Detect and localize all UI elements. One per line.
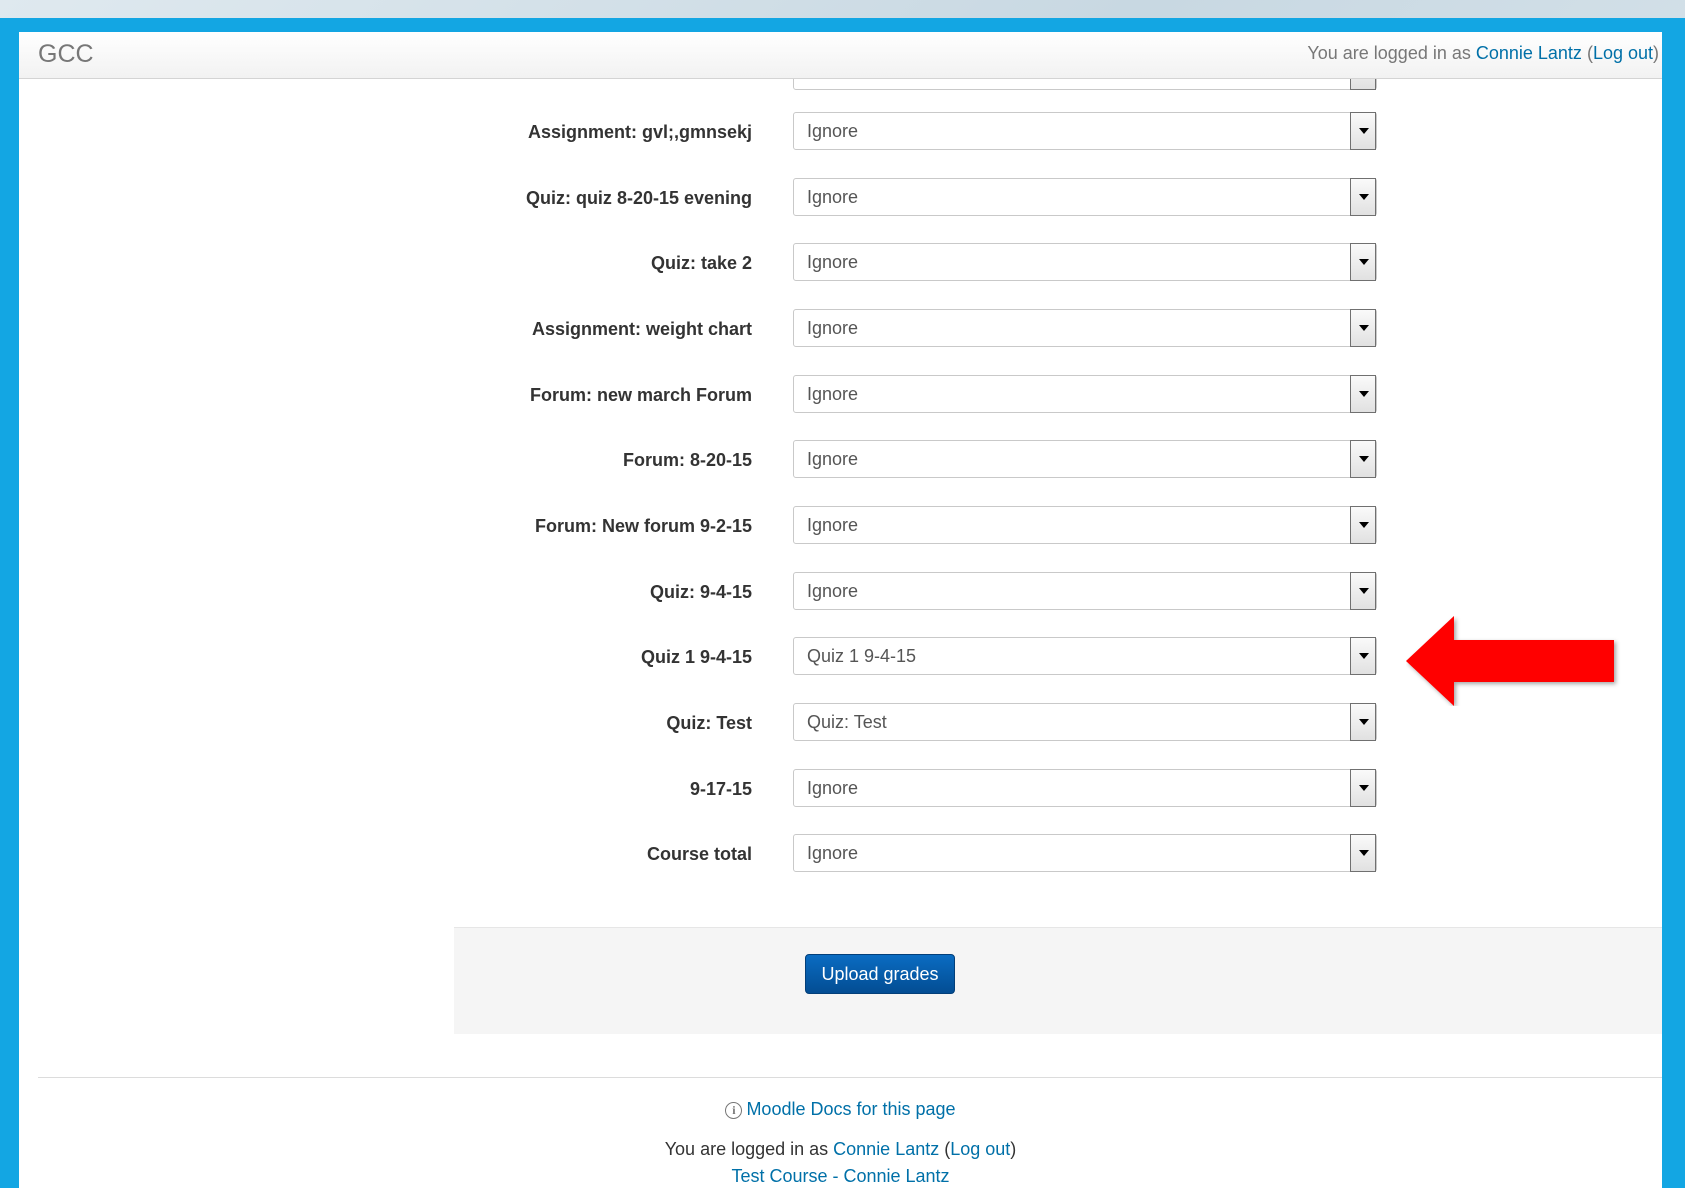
- mapping-row: Quiz: quiz 8-20-15 evening Ignore: [19, 178, 1662, 218]
- top-navbar: GCC You are logged in as Connie Lantz (L…: [19, 32, 1662, 79]
- select-value: Ignore: [807, 581, 859, 601]
- mapping-row-label: Forum: New forum 9-2-15: [534, 516, 752, 536]
- mapping-row-label: Forum: 8-20-15: [622, 450, 752, 470]
- info-icon: i: [725, 1102, 743, 1119]
- course-link[interactable]: Test Course - Connie Lantz: [731, 1166, 949, 1186]
- chevron-down-icon: [1359, 194, 1369, 200]
- dropdown-button[interactable]: [1350, 572, 1376, 610]
- footer-user-link[interactable]: Connie Lantz: [833, 1139, 939, 1159]
- mapping-select[interactable]: Ignore: [793, 834, 1377, 872]
- chevron-down-icon: [1359, 391, 1369, 397]
- dropdown-button[interactable]: [1350, 834, 1376, 872]
- dropdown-button[interactable]: [1350, 637, 1376, 675]
- mapping-select[interactable]: Ignore: [793, 769, 1377, 807]
- select-value: Ignore: [807, 187, 859, 207]
- mapping-select[interactable]: Ignore: [793, 112, 1377, 150]
- dropdown-button[interactable]: [1350, 243, 1376, 281]
- chevron-down-icon: [1359, 259, 1369, 265]
- mapping-row: Forum: New forum 9-2-15 Ignore: [19, 506, 1662, 546]
- select-value: Ignore: [807, 778, 859, 798]
- chevron-down-icon: [1359, 719, 1369, 725]
- footer-course-row: Test Course - Connie Lantz: [19, 1166, 1662, 1187]
- mapping-row-label: Quiz: take 2: [650, 253, 752, 273]
- moodle-docs-link[interactable]: Moodle Docs for this page: [746, 1099, 955, 1119]
- navbar-login-prefix: You are logged in as: [1307, 43, 1476, 63]
- navbar-open-paren: (: [1581, 43, 1593, 63]
- select-value: Ignore: [807, 843, 859, 863]
- footer-logout-link[interactable]: Log out: [950, 1139, 1010, 1159]
- navbar-user-link[interactable]: Connie Lantz: [1476, 43, 1582, 63]
- mapping-row-label: Quiz: quiz 8-20-15 evening: [525, 188, 752, 208]
- chevron-down-icon: [1359, 850, 1369, 856]
- screenshot-frame: Assignment: gvl;,gmnsekj Ignore Quiz: qu…: [0, 18, 1685, 1188]
- mapping-row-label: Forum: new march Forum: [529, 385, 752, 405]
- dropdown-button[interactable]: [1350, 309, 1376, 347]
- mapping-select[interactable]: Ignore: [793, 243, 1377, 281]
- footer-login-info: You are logged in as Connie Lantz (Log o…: [19, 1139, 1662, 1160]
- chevron-down-icon: [1359, 522, 1369, 528]
- select-value: Ignore: [807, 515, 859, 535]
- select-value: Quiz: Test: [807, 712, 887, 732]
- navbar-close-paren: ): [1653, 43, 1659, 63]
- mapping-select[interactable]: Ignore: [793, 375, 1377, 413]
- navbar-logout-link[interactable]: Log out: [1593, 43, 1653, 63]
- mapping-select[interactable]: Quiz: Test: [793, 703, 1377, 741]
- mapping-row: Course total Ignore: [19, 834, 1662, 874]
- chevron-down-icon: [1359, 653, 1369, 659]
- mapping-row: Assignment: weight chart Ignore: [19, 309, 1662, 349]
- mapping-row-label: Assignment: gvl;,gmnsekj: [527, 122, 752, 142]
- dropdown-button[interactable]: [1350, 375, 1376, 413]
- dropdown-button[interactable]: [1350, 440, 1376, 478]
- moodle-page: Assignment: gvl;,gmnsekj Ignore Quiz: qu…: [19, 32, 1662, 1188]
- mapping-row: 9-17-15 Ignore: [19, 769, 1662, 809]
- footer-close-paren: ): [1010, 1139, 1017, 1159]
- mapping-row-label: Quiz: Test: [666, 713, 752, 733]
- navbar-login-info: You are logged in as Connie Lantz (Log o…: [1307, 43, 1659, 64]
- mapping-row-label: Quiz: 9-4-15: [649, 582, 752, 602]
- chevron-down-icon: [1359, 128, 1369, 134]
- select-value: Ignore: [807, 449, 859, 469]
- dropdown-button[interactable]: [1350, 112, 1376, 150]
- site-brand[interactable]: GCC: [38, 40, 94, 69]
- mapping-row: Quiz: take 2 Ignore: [19, 243, 1662, 283]
- dropdown-button[interactable]: [1350, 506, 1376, 544]
- mapping-row: Forum: 8-20-15 Ignore: [19, 440, 1662, 480]
- chevron-down-icon: [1359, 325, 1369, 331]
- dropdown-button[interactable]: [1350, 703, 1376, 741]
- dropdown-button[interactable]: [1350, 769, 1376, 807]
- chevron-down-icon: [1359, 456, 1369, 462]
- mapping-row-label: 9-17-15: [689, 779, 752, 799]
- form-actions: Upload grades: [454, 927, 1662, 1034]
- mapping-row-label: Quiz 1 9-4-15: [640, 647, 752, 667]
- select-value: Ignore: [807, 252, 859, 272]
- mapping-row: Quiz: Test Quiz: Test: [19, 703, 1662, 743]
- chevron-down-icon: [1359, 588, 1369, 594]
- mapping-row: Quiz: 9-4-15 Ignore: [19, 572, 1662, 612]
- select-value: Quiz 1 9-4-15: [807, 646, 917, 666]
- mapping-row-label: Assignment: weight chart: [531, 319, 752, 339]
- mapping-select[interactable]: Ignore: [793, 572, 1377, 610]
- footer-open-paren: (: [939, 1139, 951, 1159]
- upload-grades-button[interactable]: Upload grades: [805, 954, 955, 994]
- mapping-select[interactable]: Ignore: [793, 309, 1377, 347]
- chevron-down-icon: [1359, 785, 1369, 791]
- dropdown-button[interactable]: [1350, 178, 1376, 216]
- mapping-select[interactable]: Ignore: [793, 178, 1377, 216]
- mapping-select[interactable]: Quiz 1 9-4-15: [793, 637, 1377, 675]
- mapping-row: Forum: new march Forum Ignore: [19, 375, 1662, 415]
- moodle-docs-link-row: i Moodle Docs for this page: [19, 1099, 1662, 1120]
- select-value: Ignore: [807, 121, 859, 141]
- mapping-select[interactable]: Ignore: [793, 506, 1377, 544]
- footer-divider: [38, 1077, 1662, 1078]
- select-value: Ignore: [807, 384, 859, 404]
- mapping-row: Assignment: gvl;,gmnsekj Ignore: [19, 112, 1662, 152]
- mapping-row-label: Course total: [646, 844, 752, 864]
- select-value: Ignore: [807, 318, 859, 338]
- red-arrow-annotation: [1406, 616, 1614, 706]
- mapping-select[interactable]: Ignore: [793, 440, 1377, 478]
- footer-login-prefix: You are logged in as: [664, 1139, 834, 1159]
